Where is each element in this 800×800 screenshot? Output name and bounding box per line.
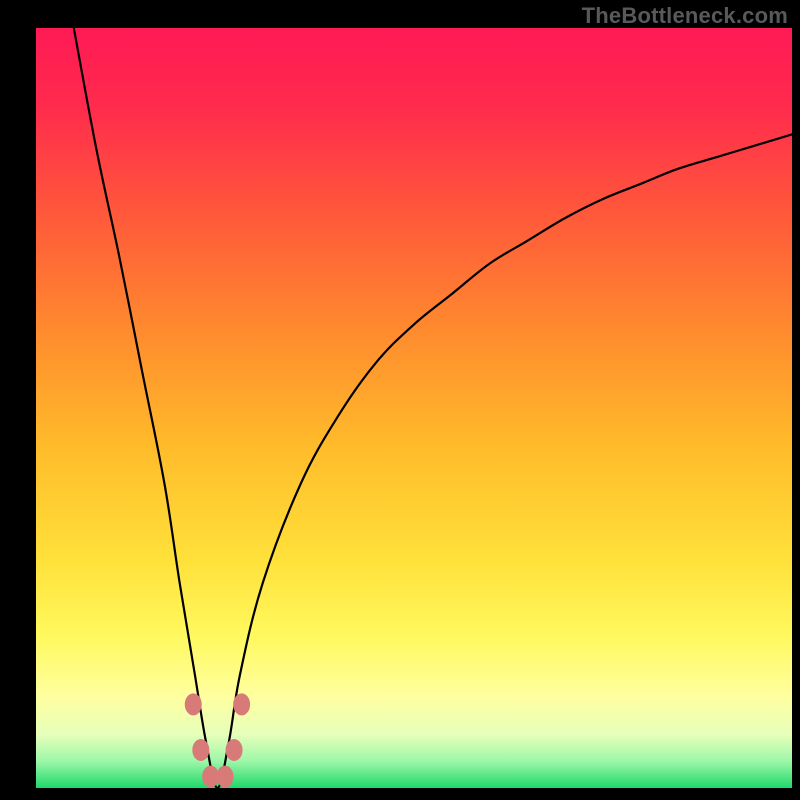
highlight-dot [192, 739, 209, 761]
plot-area [36, 28, 792, 788]
highlight-dot [217, 766, 234, 788]
chart-frame: TheBottleneck.com [0, 0, 800, 800]
watermark-text: TheBottleneck.com [582, 3, 788, 29]
bottleneck-curve [74, 28, 792, 788]
highlight-dots [185, 693, 250, 787]
highlight-dot [226, 739, 243, 761]
highlight-dot [233, 693, 250, 715]
curve-layer [36, 28, 792, 788]
highlight-dot [185, 693, 202, 715]
